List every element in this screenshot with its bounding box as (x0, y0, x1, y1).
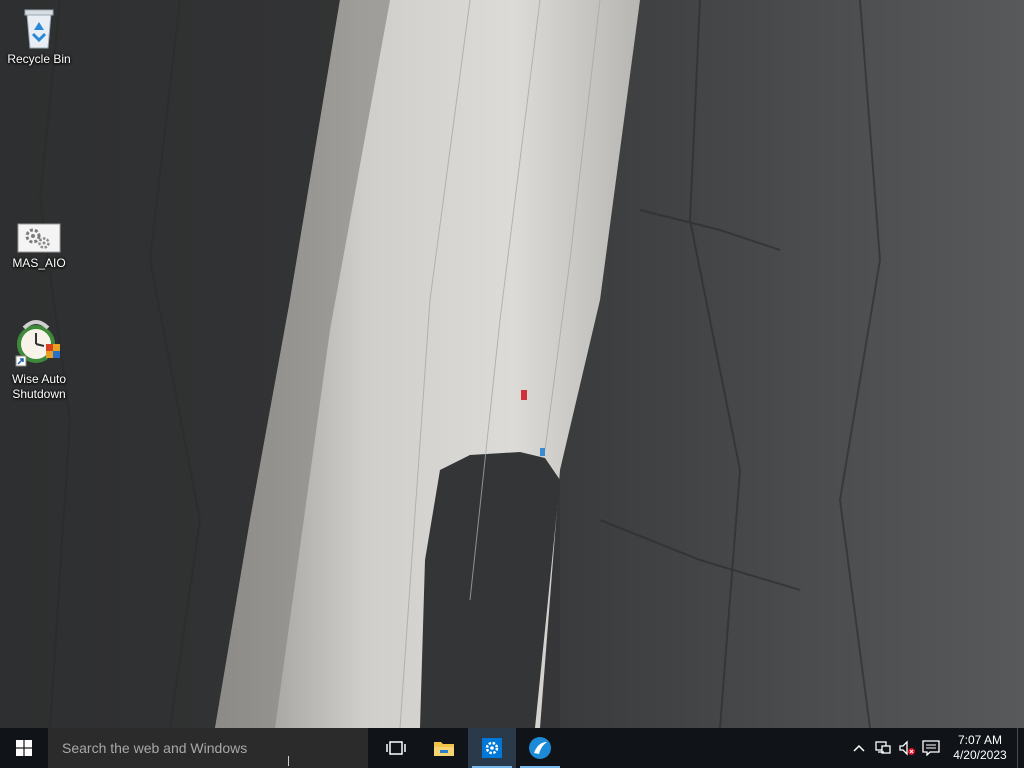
desktop[interactable]: Recycle Bin MAS_AIO Wise Auto Shutdown (0, 0, 1024, 728)
clock-date: 4/20/2023 (953, 748, 1007, 762)
start-button[interactable] (0, 728, 48, 768)
browser-swirl-icon (529, 737, 551, 759)
desktop-icon-label: MAS_AIO (12, 256, 66, 270)
clock-time: 7:07 AM (957, 733, 1003, 747)
desktop-icon-wise-auto-shutdown[interactable]: Wise Auto Shutdown (1, 318, 77, 402)
search-input[interactable] (60, 739, 354, 757)
task-view-icon (386, 741, 406, 755)
volume-muted-icon (899, 740, 915, 756)
desktop-icon-label: Recycle Bin (7, 52, 71, 66)
network-icon (875, 741, 891, 754)
system-tray: 7:07 AM 4/20/2023 (847, 728, 1024, 768)
desktop-icon-mas-aio[interactable]: MAS_AIO (1, 222, 77, 271)
settings-button[interactable] (468, 728, 516, 768)
notification-icon (922, 740, 940, 756)
alarm-clock-shortcut-icon (15, 320, 60, 367)
file-explorer-button[interactable] (420, 728, 468, 768)
volume-button[interactable] (895, 728, 919, 768)
show-hidden-icons-button[interactable] (847, 728, 871, 768)
search-box[interactable] (48, 728, 368, 768)
folder-icon (434, 742, 454, 756)
show-desktop-button[interactable] (1017, 728, 1024, 768)
desktop-icon-recycle-bin[interactable]: Recycle Bin (1, 6, 77, 67)
action-center-button[interactable] (919, 728, 943, 768)
taskbar: 7:07 AM 4/20/2023 (0, 728, 1024, 768)
browser-button[interactable] (516, 728, 564, 768)
recycle-bin-icon (24, 9, 54, 49)
chevron-up-icon (853, 744, 865, 752)
gear-icon (482, 738, 502, 758)
network-button[interactable] (871, 728, 895, 768)
gears-script-icon (17, 223, 61, 253)
text-cursor-icon (288, 756, 289, 766)
task-view-button[interactable] (372, 728, 420, 768)
wallpaper-cliff-image (0, 0, 1024, 728)
windows-logo-icon (16, 740, 32, 756)
clock[interactable]: 7:07 AM 4/20/2023 (943, 728, 1017, 768)
desktop-icon-label: Wise Auto Shutdown (11, 372, 67, 401)
